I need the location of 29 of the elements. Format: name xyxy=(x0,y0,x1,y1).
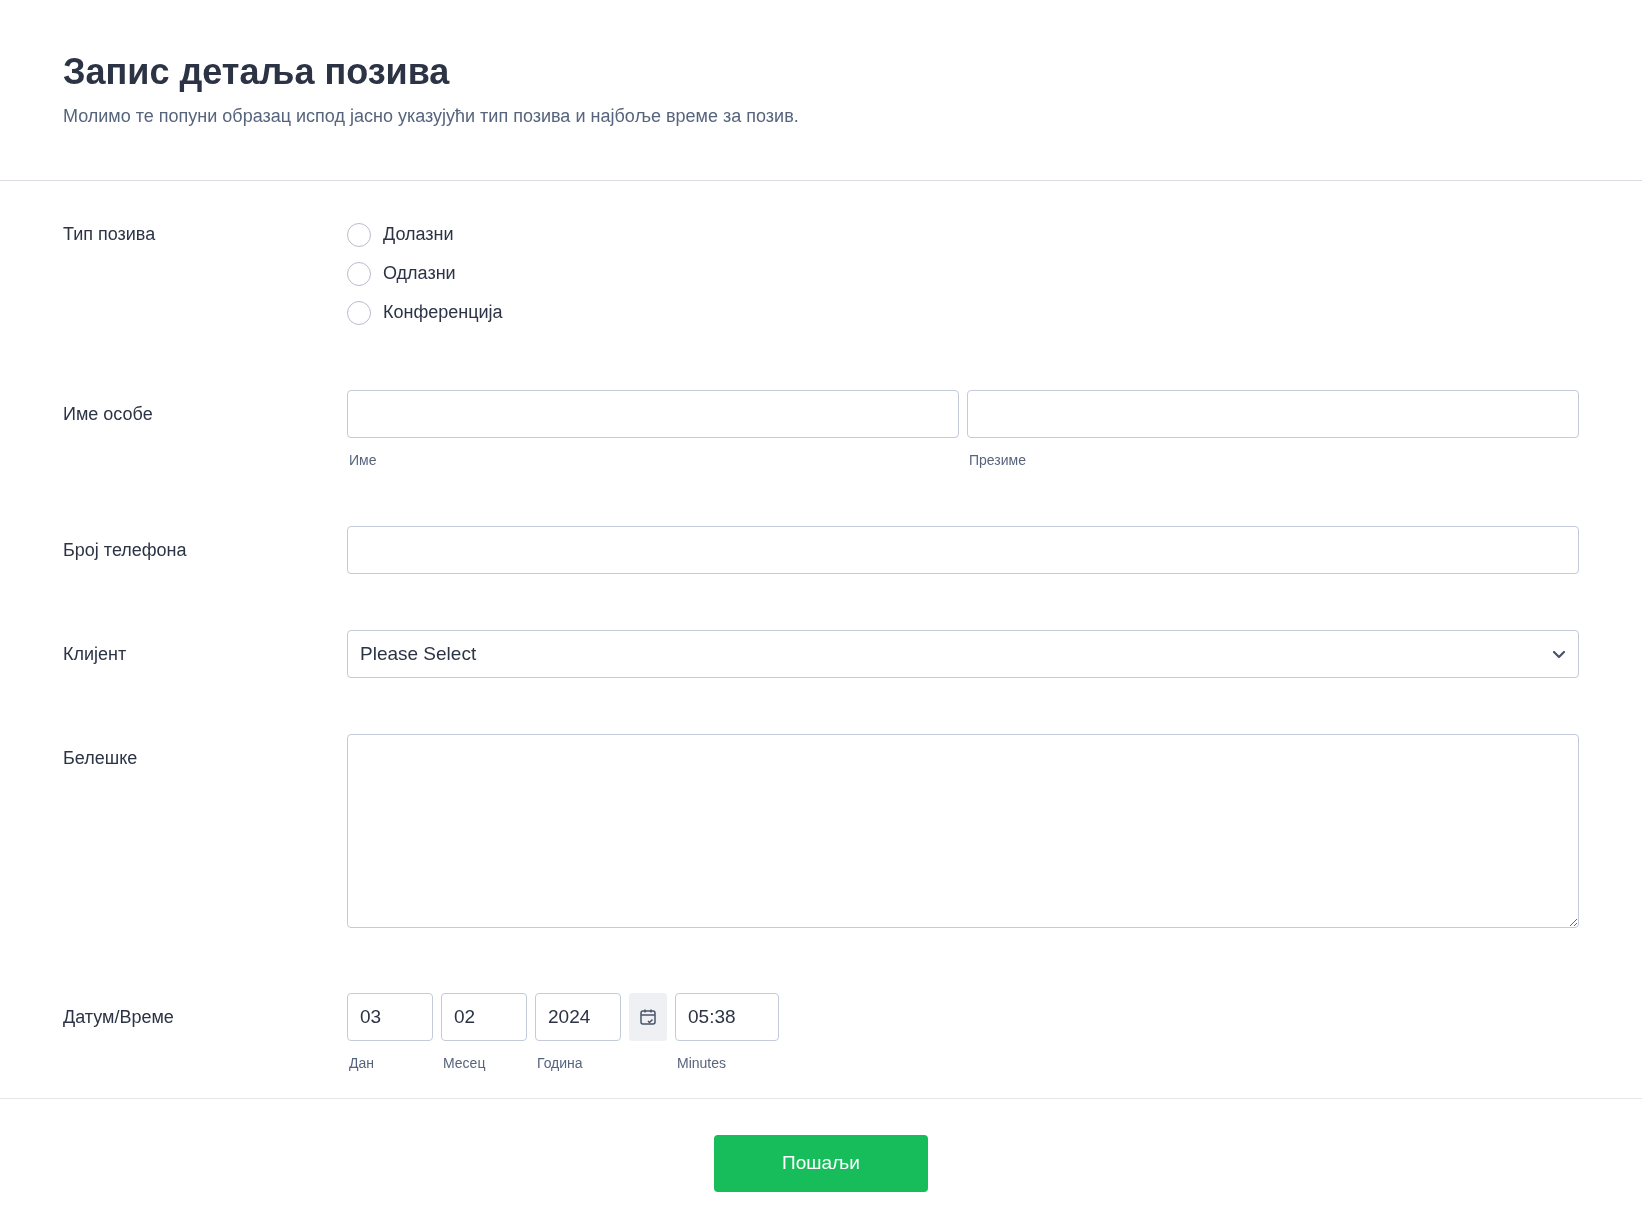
field-label: Белешке xyxy=(63,748,138,769)
calendar-icon xyxy=(639,1008,657,1027)
field-sublabel: Месец xyxy=(442,1054,487,1074)
field-sublabel: Дан xyxy=(348,1054,375,1074)
select-dropdown[interactable]: Please Select xyxy=(347,630,1579,679)
field-sublabel: Презиме xyxy=(968,451,1027,471)
notes-field[interactable] xyxy=(347,734,1579,929)
form-title: Запис детаља позива xyxy=(63,50,451,94)
field-label: Датум/Време xyxy=(63,1007,174,1028)
field-label: Клијент xyxy=(63,644,127,665)
field-sublabel: Име xyxy=(348,451,378,471)
radio-label[interactable]: Конференција xyxy=(383,299,503,327)
radio-label[interactable]: Долазни xyxy=(383,221,454,249)
text-field[interactable] xyxy=(347,390,959,439)
field-label: Тип позива xyxy=(63,224,156,245)
text-field[interactable] xyxy=(967,390,1579,439)
date-field[interactable]: 03 xyxy=(347,993,433,1042)
field-label: Број телефона xyxy=(63,540,187,561)
date-field[interactable]: 2024 xyxy=(535,993,621,1042)
phone-field[interactable] xyxy=(347,526,1579,575)
date-field[interactable]: 02 xyxy=(441,993,527,1042)
field-label: Име особе xyxy=(63,404,153,425)
chevron-down-icon xyxy=(1552,649,1566,660)
time-field[interactable]: 05:38 xyxy=(675,993,779,1042)
field-sublabel: Minutes xyxy=(676,1054,728,1074)
form-description: Молимо те попуни образац испод јасно указујући тип позива и најбоље време за позив. xyxy=(63,105,800,129)
calendar-button[interactable] xyxy=(629,993,667,1042)
radio-label[interactable]: Одлазни xyxy=(383,260,456,288)
field-sublabel: Година xyxy=(536,1054,584,1074)
